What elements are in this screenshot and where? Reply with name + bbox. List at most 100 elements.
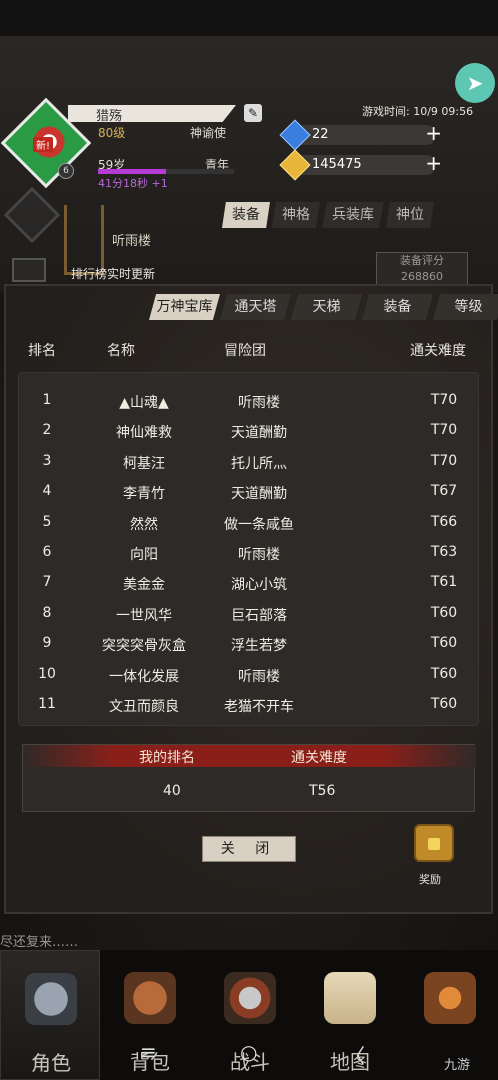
table-row[interactable]: 11 文丑而颜良 老猫不开车 T60 [19, 690, 480, 720]
table-row[interactable]: 4 李青竹 天道酬勤 T67 [19, 477, 480, 507]
name-cell: 一世风华 [116, 607, 172, 624]
guild-cell: 做一条咸鱼 [224, 516, 294, 533]
tab-equip[interactable]: 装备 [222, 202, 270, 228]
difficulty-cell: T63 [430, 544, 458, 560]
name-cell: 向阳 [130, 547, 158, 563]
tab-god-seat[interactable]: 神位 [386, 202, 434, 228]
nav-character[interactable]: 角色 [0, 950, 100, 1080]
guild-cell: 老猫不开车 [224, 699, 294, 715]
mail-icon[interactable] [12, 258, 46, 282]
table-row[interactable]: 10 一体化发展 听雨楼 T60 [19, 660, 480, 690]
name-cell: 柯基汪 [123, 455, 165, 472]
guild-cell: 浮生若梦 [231, 638, 287, 655]
guild-cell: 听雨楼 [238, 395, 280, 411]
rank-cell: 6 [42, 544, 52, 560]
guild-cell: 托儿所灬 [231, 455, 287, 472]
tab-equipment[interactable]: 装备 [362, 294, 433, 320]
guild-cell: 天道酬勤 [231, 486, 287, 503]
reward-label: 奖励 [419, 873, 441, 886]
table-row[interactable]: 2 神仙难救 天道酬勤 T70 [19, 416, 480, 446]
difficulty-cell: T60 [430, 635, 458, 652]
edit-icon[interactable]: ✎ [244, 104, 262, 122]
name-cell: 突突突骨灰盒 [102, 638, 186, 655]
table-row[interactable]: 7 美金金 湖心小筑 T61 [19, 568, 480, 598]
difficulty-cell: T70 [430, 392, 458, 408]
difficulty-cell: T61 [430, 574, 458, 591]
difficulty-cell: T70 [430, 452, 458, 469]
table-row[interactable]: 6 向阳 听雨楼 T63 [19, 538, 480, 568]
guild-cell: 听雨楼 [238, 668, 280, 685]
system-home-button[interactable]: ○ [240, 1040, 257, 1064]
chest-lock-icon [428, 838, 440, 850]
tab-level[interactable]: 等级 [433, 294, 498, 320]
system-back-button[interactable]: 〈 [345, 1040, 365, 1069]
player-name: 猎殇 [96, 109, 123, 124]
guild-name: 听雨楼 [112, 234, 152, 249]
tab-divinity[interactable]: 神格 [272, 202, 320, 228]
tab-pantheon-vault[interactable]: 万神宝库 [149, 294, 220, 320]
gem-count: 22 [312, 127, 329, 142]
difficulty-cell: T67 [430, 483, 458, 500]
rank-notice: 排行榜实时更新 [71, 267, 156, 281]
new-badge: 新! [33, 137, 54, 152]
my-diff-label: 通关难度 [291, 750, 347, 766]
table-row[interactable]: 9 突突突骨灰盒 浮生若梦 T60 [19, 629, 480, 659]
age-progress-fill [98, 169, 166, 174]
rank-cell: 8 [42, 604, 52, 621]
table-row[interactable]: 3 柯基汪 托儿所灬 T70 [19, 447, 480, 477]
gold-resource: 145475 + [279, 149, 442, 181]
guild-cell: 听雨楼 [238, 547, 280, 563]
equip-score-label: 装备评分 [400, 254, 444, 267]
name-cell: ▲山魂▲ [119, 395, 169, 411]
difficulty-cell: T60 [430, 696, 458, 712]
sword-shield-icon [224, 972, 276, 1024]
difficulty-cell: T66 [430, 513, 458, 530]
my-diff-value: T56 [309, 783, 336, 799]
table-row[interactable]: 1 ▲山魂▲ 听雨楼 T70 [19, 386, 480, 416]
name-cell: 然然 [130, 516, 158, 533]
name-cell: 文丑而颜良 [109, 699, 179, 715]
difficulty-cell: T60 [430, 665, 458, 682]
my-rank-header: 我的排名 通关难度 [23, 745, 476, 767]
main-tabs: 装备 神格 兵装库 神位 [222, 202, 436, 228]
col-guild-header: 冒险团 [224, 343, 266, 359]
my-rank-box: 我的排名 通关难度 40 T56 [22, 744, 476, 812]
tab-armory[interactable]: 兵装库 [322, 202, 384, 228]
name-cell: 美金金 [123, 577, 165, 594]
guild-cell: 湖心小筑 [231, 577, 287, 594]
name-cell: 神仙难救 [116, 425, 172, 442]
difficulty-cell: T60 [430, 604, 458, 621]
guild-cell: 天道酬勤 [231, 425, 287, 442]
name-plate [68, 105, 236, 122]
news-ticker: 尽还复来…… [0, 935, 79, 950]
rank-cell: 11 [38, 696, 56, 712]
name-cell: 李青竹 [123, 486, 165, 503]
timer: 41分18秒 +1 [98, 177, 168, 190]
add-gem-button[interactable]: + [425, 123, 442, 143]
guild-cell: 巨石部落 [231, 607, 287, 624]
close-button[interactable]: 关 闭 [202, 836, 296, 862]
table-row[interactable]: 5 然然 做一条咸鱼 T66 [19, 508, 480, 538]
difficulty-cell: T70 [430, 422, 458, 439]
rank-cell: 9 [42, 635, 52, 652]
rank-cell: 5 [42, 513, 52, 530]
cube-icon [424, 972, 476, 1024]
tab-tower[interactable]: 通天塔 [220, 294, 291, 320]
system-menu-button[interactable]: ≡ [140, 1040, 157, 1064]
gem-resource: 22 + [279, 119, 442, 151]
tab-ladder[interactable]: 天梯 [291, 294, 362, 320]
my-rank-label: 我的排名 [139, 750, 195, 766]
add-gold-button[interactable]: + [425, 153, 442, 173]
leaderboard-tabs: 万神宝库 通天塔 天梯 装备 等级 [149, 294, 498, 320]
col-diff-header: 通关难度 [410, 343, 466, 359]
nav-character-label: 角色 [31, 1051, 71, 1075]
share-icon[interactable]: ➤ [455, 63, 495, 103]
rank-cell: 10 [38, 665, 56, 682]
rank-cell: 1 [42, 392, 52, 408]
scroll-map-icon [324, 972, 376, 1024]
rank-cell: 3 [42, 452, 52, 469]
my-rank-value: 40 [163, 783, 181, 799]
player-level: 80级 [98, 126, 126, 140]
backpack-icon [124, 972, 176, 1024]
table-row[interactable]: 8 一世风华 巨石部落 T60 [19, 599, 480, 629]
